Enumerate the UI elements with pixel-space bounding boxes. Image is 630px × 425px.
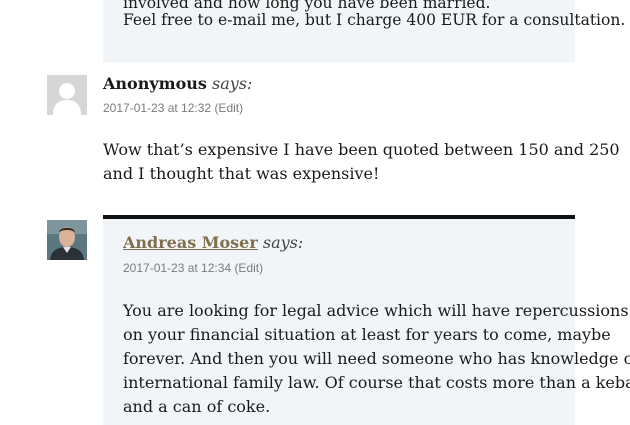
- comment-meta: 2017-01-23 at 12:34 (Edit): [123, 260, 263, 276]
- edit-link[interactable]: (Edit): [214, 101, 243, 115]
- comment-timestamp-link[interactable]: 2017-01-23 at 12:32: [103, 101, 211, 115]
- comment-body-line: and I thought that was expensive!: [103, 164, 380, 183]
- comment-body-line: and a can of coke.: [123, 397, 271, 416]
- comment-author-line: Anonymous says:: [103, 74, 252, 94]
- reply-comment-box: Andreas Moser says: 2017-01-23 at 12:34 …: [103, 215, 630, 425]
- comment-body-line: You are looking for legal advice which w…: [123, 301, 629, 320]
- comment-body-line: Wow that’s expensive I have been quoted …: [103, 140, 620, 159]
- comment-author-name: Anonymous: [103, 74, 207, 93]
- comment-body: Wow that’s expensive I have been quoted …: [103, 138, 620, 186]
- previous-reply-text: Feel free to e-mail me, but I charge 400…: [123, 11, 626, 29]
- says-label: says:: [262, 233, 304, 252]
- says-label: says:: [211, 74, 253, 93]
- comment-body: You are looking for legal advice which w…: [123, 299, 630, 419]
- default-avatar-icon: [47, 75, 87, 115]
- comment-body-line: on your financial situation at least for…: [123, 325, 611, 344]
- edit-link[interactable]: (Edit): [234, 261, 263, 275]
- comment-author-link[interactable]: Andreas Moser: [123, 233, 258, 252]
- author-avatar: [47, 220, 87, 260]
- comment-timestamp-link[interactable]: 2017-01-23 at 12:34: [123, 261, 231, 275]
- person-silhouette-icon: [47, 75, 87, 115]
- comment-body-line: international family law. Of course that…: [123, 373, 630, 392]
- comment-meta: 2017-01-23 at 12:32 (Edit): [103, 100, 243, 116]
- previous-reply-box: involved and how long you have been marr…: [103, 0, 625, 62]
- comment-body-line: forever. And then you will need someone …: [123, 349, 630, 368]
- comment-author-line: Andreas Moser says:: [123, 233, 303, 253]
- author-photo-icon: [47, 220, 87, 260]
